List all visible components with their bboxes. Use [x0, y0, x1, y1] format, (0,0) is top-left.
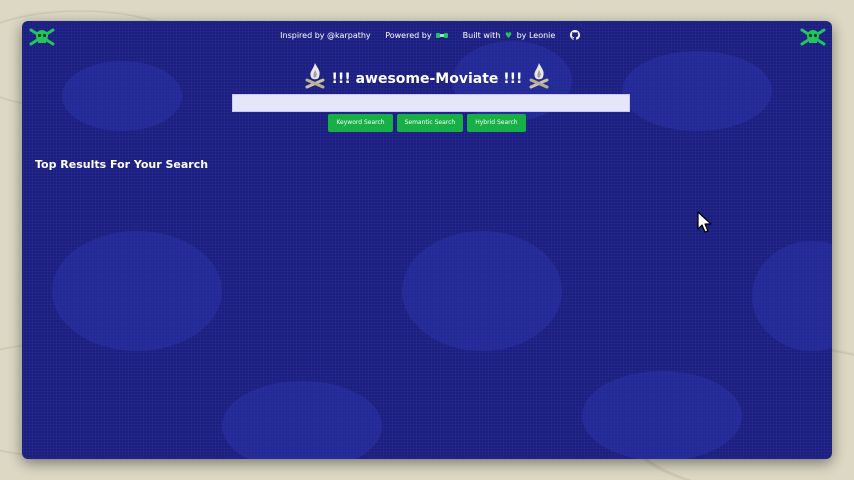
github-icon[interactable]: [569, 30, 580, 40]
credits-bar: Inspired by @karpathy Powered by Built w…: [22, 30, 832, 40]
mouse-cursor-icon: [697, 211, 712, 233]
search-input[interactable]: [232, 94, 630, 112]
background-blob: [752, 241, 832, 351]
background-blob: [582, 371, 742, 459]
powered-by-label: Powered by: [385, 30, 432, 40]
background-blob: [222, 381, 382, 459]
weaviate-logo-icon: [436, 32, 449, 38]
semantic-search-button[interactable]: Semantic Search: [396, 114, 464, 132]
author-link[interactable]: by Leonie: [517, 31, 556, 40]
campfire-icon: [529, 63, 549, 89]
campfire-icon: [305, 63, 325, 89]
app-title: !!! awesome-Moviate !!!: [331, 71, 523, 87]
background-blob: [402, 231, 562, 351]
heart-icon: ♥: [504, 30, 513, 40]
background-blob: [52, 231, 222, 351]
inspired-by-link[interactable]: Inspired by @karpathy: [280, 31, 371, 40]
powered-by: Powered by: [385, 31, 450, 40]
search-buttons: Keyword Search Semantic Search Hybrid Se…: [22, 114, 832, 132]
app-title-row: !!! awesome-Moviate !!!: [22, 61, 832, 89]
results-heading: Top Results For Your Search: [35, 158, 209, 171]
app-window: Inspired by @karpathy Powered by Built w…: [22, 21, 832, 459]
hybrid-search-button[interactable]: Hybrid Search: [467, 114, 526, 132]
built-with: Built with ♥ by Leonie: [463, 31, 558, 40]
built-with-label: Built with: [462, 30, 501, 40]
keyword-search-button[interactable]: Keyword Search: [328, 114, 393, 132]
